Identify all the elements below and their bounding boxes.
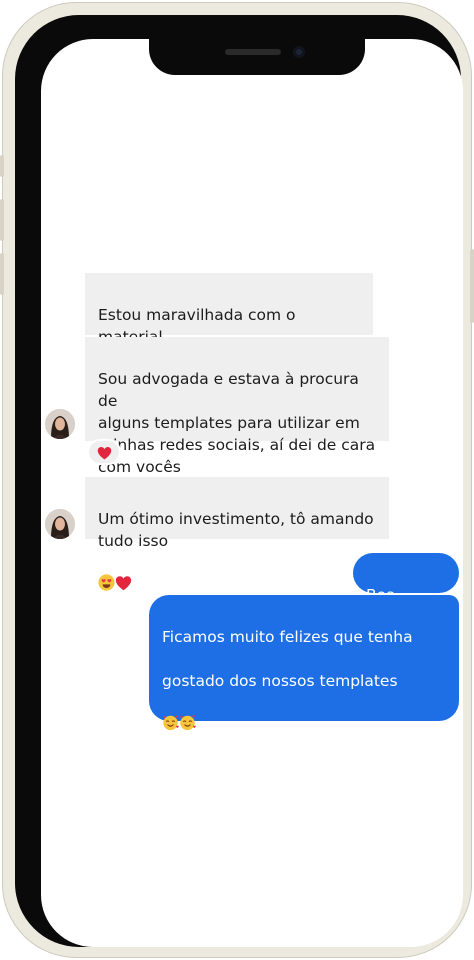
phone-side-button xyxy=(0,155,4,177)
smiling-face-with-hearts-emoji-icon xyxy=(179,692,196,737)
red-heart-emoji-icon xyxy=(97,445,112,464)
speaker-grille xyxy=(225,49,281,55)
incoming-message-bubble[interactable]: Sou advogada e estava à procura de algun… xyxy=(85,337,389,476)
smiling-face-with-hearts-emoji-icon xyxy=(162,692,179,737)
message-text: gostado dos nossos templates xyxy=(162,672,398,690)
outgoing-message-bubble[interactable]: Boa tarde! xyxy=(353,553,459,626)
heart-eyes-emoji-icon xyxy=(98,552,115,597)
message-text: Fique de olho em nosso site, sempre post… xyxy=(162,761,446,823)
phone-bezel: Estou maravilhada com o material disponi… xyxy=(15,15,463,947)
contact-avatar[interactable] xyxy=(45,409,75,439)
red-heart-emoji-icon xyxy=(115,553,132,597)
front-camera-icon xyxy=(293,46,305,58)
contact-avatar[interactable] xyxy=(45,509,75,539)
phone-power-button xyxy=(470,249,474,323)
outgoing-message-bubble[interactable]: Ficamos muito felizes que tenha gostado … xyxy=(149,595,459,823)
message-text: Ficamos muito felizes que tenha xyxy=(162,628,413,646)
phone-volume-down-button xyxy=(0,253,4,295)
chat-screen[interactable]: Estou maravilhada com o material disponi… xyxy=(41,39,463,947)
incoming-message-bubble[interactable]: Um ótimo investimento, tô amando tudo is… xyxy=(85,477,389,591)
message-reaction[interactable] xyxy=(87,439,121,465)
phone-frame: Estou maravilhada com o material disponi… xyxy=(0,2,474,958)
phone-notch xyxy=(149,37,365,75)
message-text: Um ótimo investimento, tô amando tudo is… xyxy=(98,510,374,550)
phone-volume-up-button xyxy=(0,199,4,241)
incoming-message-bubble[interactable]: Estou maravilhada com o material disponi… xyxy=(85,273,373,409)
message-text: Sou advogada e estava à procura de algun… xyxy=(98,370,376,476)
